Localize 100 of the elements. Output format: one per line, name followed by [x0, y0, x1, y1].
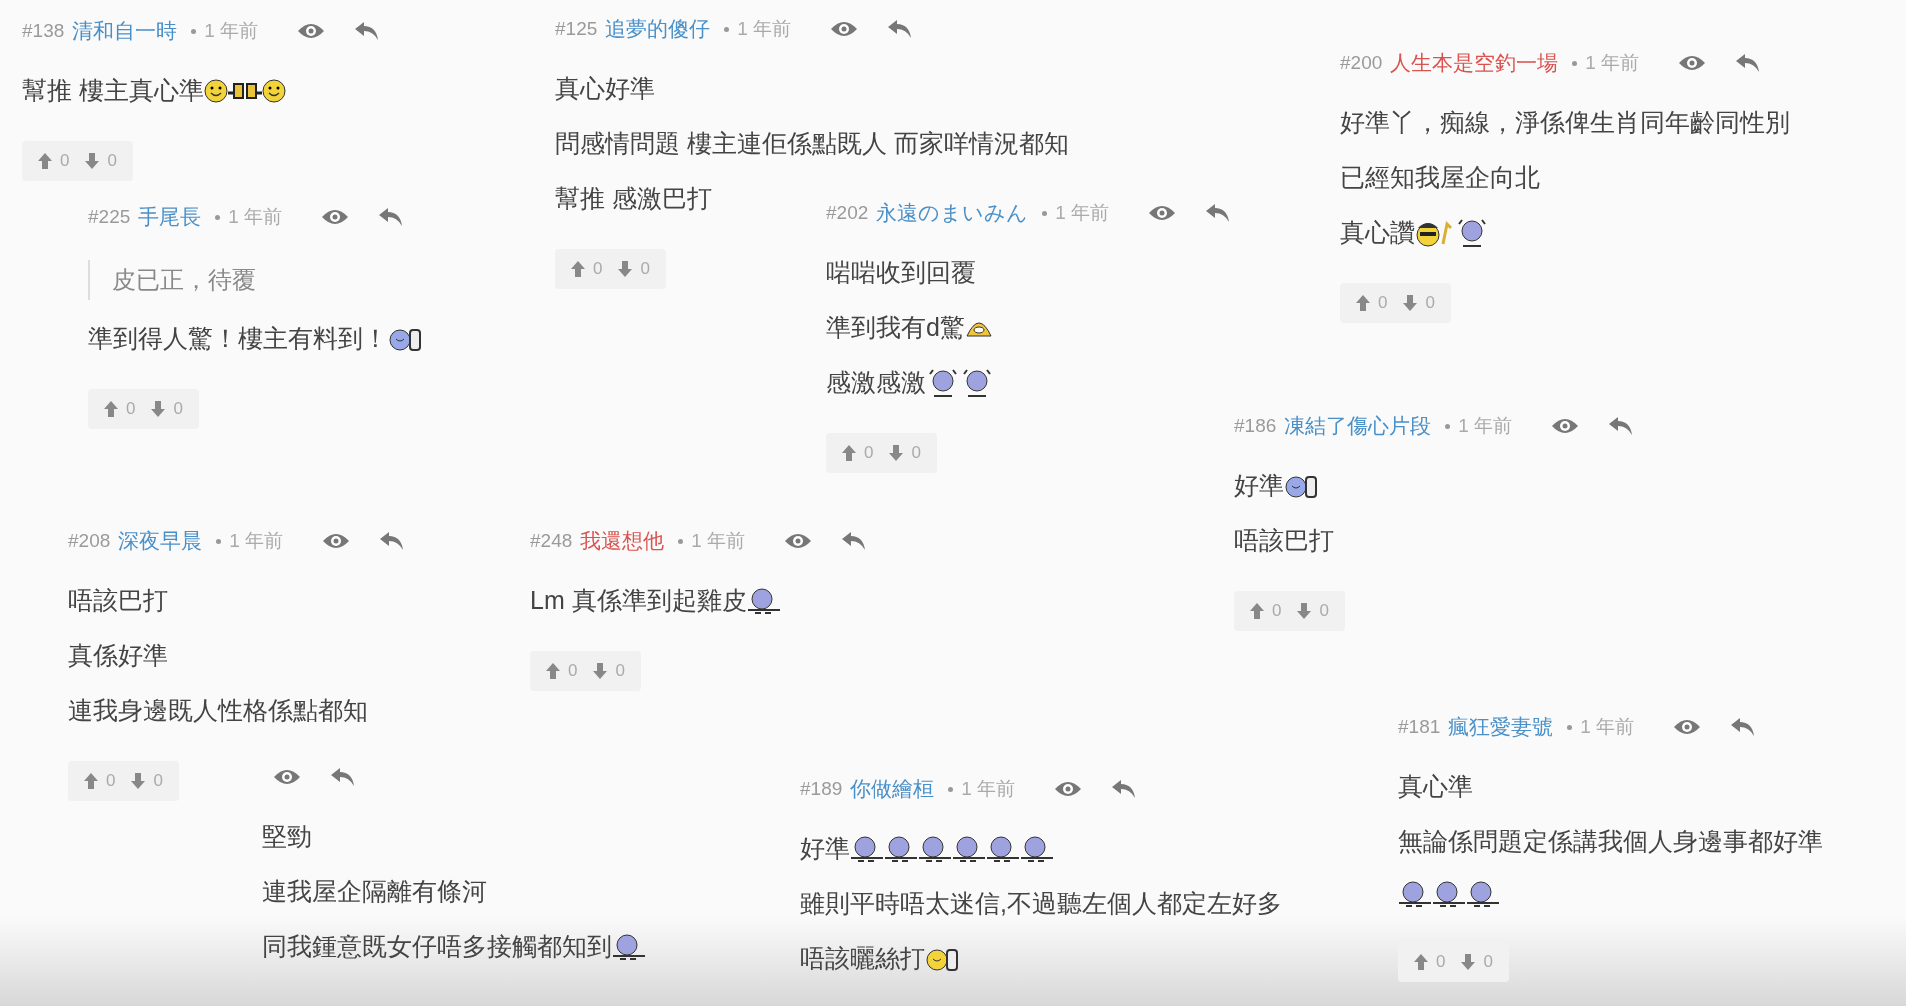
comment-text: 雖則平時唔太迷信,不過聽左個人都定左好多 — [800, 888, 1282, 919]
separator-dot — [1572, 60, 1578, 66]
comment-text: 連我身邊既人性格係點都知 — [68, 695, 368, 726]
blob-face-icon — [1020, 835, 1054, 862]
blob-face-icon — [746, 587, 781, 614]
up-arrow-icon — [1356, 295, 1370, 311]
post-time: 1 年前 — [228, 205, 283, 229]
upvote-button[interactable]: 0 — [84, 771, 116, 791]
upvote-button[interactable]: 0 — [1414, 952, 1446, 972]
up-arrow-icon — [546, 663, 560, 679]
comment-text: 啱啱收到回覆 — [826, 257, 976, 288]
post-time: 1 年前 — [229, 529, 284, 553]
quoted-text: 皮已正，待覆 — [112, 265, 256, 295]
blob-face-icon — [850, 835, 884, 862]
downvote-button[interactable]: 0 — [1297, 601, 1329, 621]
up-arrow-icon — [38, 153, 52, 169]
comment-text: 唔該巴打 — [1234, 525, 1334, 556]
up-arrow-icon — [1414, 954, 1428, 970]
reply-icon — [1111, 778, 1138, 800]
username-link[interactable]: 凍結了傷心片段 — [1284, 412, 1432, 440]
down-arrow-icon — [151, 401, 166, 417]
post-time: 1 年前 — [961, 777, 1016, 801]
comment-text: 真心好準 — [555, 73, 655, 104]
username-link[interactable]: 追夢的傻仔 — [605, 15, 711, 43]
waving-blob-icon — [1455, 217, 1489, 248]
post-number: #189 — [800, 778, 843, 800]
down-arrow-icon — [85, 153, 100, 169]
down-arrow-icon — [618, 261, 633, 277]
smiley-icon — [261, 78, 286, 103]
post-number: #202 — [826, 202, 869, 224]
post-number: #125 — [555, 18, 598, 40]
reply-icon — [841, 530, 868, 552]
down-arrow-icon — [1403, 295, 1418, 311]
username-link[interactable]: 瘋狂愛妻號 — [1448, 713, 1554, 741]
downvote-button[interactable]: 0 — [1403, 293, 1435, 313]
downvote-button[interactable]: 0 — [593, 661, 625, 681]
waving-blob-icon — [926, 367, 960, 398]
up-arrow-icon — [104, 401, 118, 417]
down-arrow-icon — [1461, 954, 1476, 970]
eye-icon — [272, 767, 302, 787]
blob-face-icon — [952, 835, 986, 862]
upvote-button[interactable]: 0 — [571, 259, 603, 279]
post-number: #138 — [22, 20, 65, 42]
comment-text: 唔該曬絲打 — [800, 943, 925, 974]
blob-face-icon — [884, 835, 918, 862]
post-time: 1 年前 — [1458, 414, 1513, 438]
comment-text: 已經知我屋企向北 — [1340, 162, 1540, 193]
down-arrow-icon — [593, 663, 608, 679]
comment-text: 好準丫，痴線，淨係俾生肖同年齡同性別 — [1340, 107, 1790, 138]
blob-face-icon — [918, 835, 952, 862]
beer-mugs-icon — [227, 80, 262, 101]
post-time: 1 年前 — [1580, 715, 1635, 739]
separator-dot — [1042, 210, 1048, 216]
waving-blob-icon — [960, 367, 994, 398]
username-link[interactable]: 清和自一時 — [72, 17, 178, 45]
separator-dot — [215, 214, 221, 220]
comment-text: 唔該巴打 — [68, 585, 168, 616]
post-time: 1 年前 — [737, 17, 792, 41]
upvote-button[interactable]: 0 — [1356, 293, 1388, 313]
username-link[interactable]: 人生本是空釣一場 — [1390, 49, 1559, 77]
up-arrow-icon — [571, 261, 585, 277]
comment-text: 同我鍾意既女仔唔多接觸都知到 — [262, 931, 612, 962]
reply-icon — [1608, 415, 1635, 437]
blob-face-icon — [1398, 881, 1432, 907]
downvote-button[interactable]: 0 — [151, 399, 183, 419]
downvote-button[interactable]: 0 — [889, 443, 921, 463]
upvote-button[interactable]: 0 — [546, 661, 578, 681]
username-link[interactable]: 永遠のまいみん — [876, 199, 1029, 227]
blob-face-icon — [1432, 881, 1466, 907]
downvote-button[interactable]: 0 — [85, 151, 117, 171]
comment-text: Lm 真係準到起雞皮 — [530, 585, 747, 616]
comment-text: 問感情問題 樓主連佢係點既人 而家咩情況都知 — [555, 128, 1069, 159]
username-link[interactable]: 深夜早晨 — [118, 527, 203, 555]
comment-text: 準到我有d驚 — [826, 312, 965, 343]
down-arrow-icon — [131, 773, 146, 789]
post-time: 1 年前 — [691, 529, 746, 553]
post-time: 1 年前 — [1585, 51, 1640, 75]
downvote-button[interactable]: 0 — [1461, 952, 1493, 972]
username-link[interactable]: 你做繪桓 — [850, 775, 935, 803]
downvote-button[interactable]: 0 — [131, 771, 163, 791]
upvote-button[interactable]: 0 — [842, 443, 874, 463]
post-number: #248 — [530, 530, 573, 552]
upvote-button[interactable]: 0 — [1250, 601, 1282, 621]
upvote-button[interactable]: 0 — [38, 151, 70, 171]
comment-text: 好準 — [800, 833, 850, 864]
username-link[interactable]: 手尾長 — [138, 203, 202, 231]
separator-dot — [1445, 423, 1451, 429]
reply-icon — [887, 18, 914, 40]
downvote-button[interactable]: 0 — [618, 259, 650, 279]
separator-dot — [948, 786, 954, 792]
reply-icon — [330, 766, 356, 788]
username-link[interactable]: 我還想他 — [580, 527, 665, 555]
blob-face-icon — [986, 835, 1020, 862]
separator-dot — [191, 28, 197, 34]
post-number: #225 — [88, 206, 131, 228]
upvote-button[interactable]: 0 — [104, 399, 136, 419]
comment-text: 真心讚 — [1340, 217, 1415, 248]
reply-icon — [1730, 716, 1757, 738]
comment-text: 準到得人驚！樓主有料到！ — [88, 323, 388, 354]
post-time: 1 年前 — [204, 19, 259, 43]
